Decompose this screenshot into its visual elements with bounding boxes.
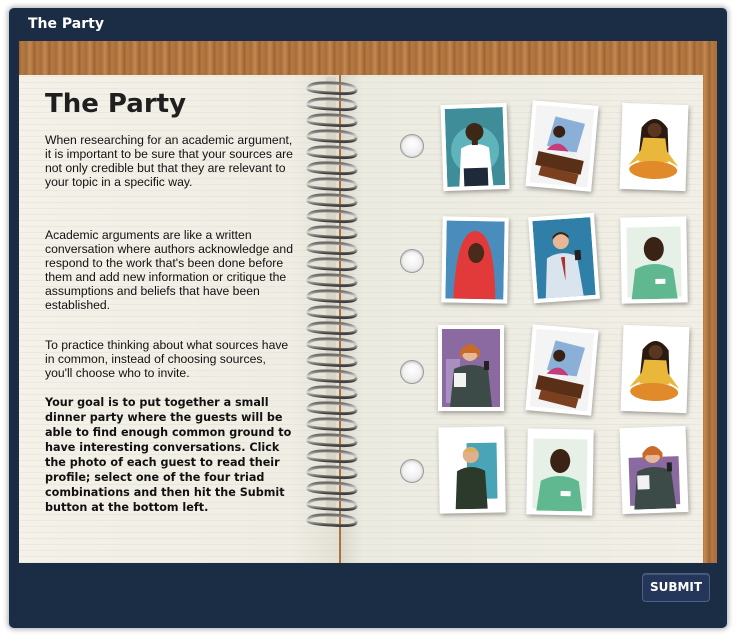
man-with-phone-icon xyxy=(532,217,596,299)
man-green-shirt-icon xyxy=(624,220,684,300)
triad-radio-1[interactable] xyxy=(400,134,424,158)
instructions-paragraph: Your goal is to put together a small din… xyxy=(45,396,292,514)
notebook-stage: The Party When researching for an academ… xyxy=(19,41,717,563)
guest-photo-woman-red-hijab[interactable] xyxy=(441,216,509,304)
triad-radio-4[interactable] xyxy=(400,459,424,483)
man-dark-jacket-icon xyxy=(442,430,502,510)
guest-photo-woman-meditating-2[interactable] xyxy=(620,324,690,414)
window-title: The Party xyxy=(28,16,104,32)
activity-window: The Party The Party When researching for… xyxy=(8,7,728,629)
notebook-left-page: The Party When researching for an academ… xyxy=(19,75,339,563)
guest-photo-man-with-phone[interactable] xyxy=(528,212,600,304)
guest-photo-businesswoman-phone[interactable] xyxy=(438,325,504,411)
man-white-shirt-icon xyxy=(444,107,506,187)
page-heading: The Party xyxy=(45,89,187,119)
intro-paragraph-3: To practice thinking about what sources … xyxy=(45,338,289,380)
intro-paragraph-1: When researching for an academic argumen… xyxy=(45,133,293,189)
man-green-shirt-icon xyxy=(530,432,590,512)
guest-photo-woman-at-desk[interactable] xyxy=(525,100,599,192)
guest-photo-woman-meditating[interactable] xyxy=(619,102,689,192)
guest-photo-man-dark-jacket[interactable] xyxy=(438,426,506,514)
businesswoman-phone-icon xyxy=(442,329,500,407)
submit-button[interactable]: SUBMIT xyxy=(642,573,710,602)
woman-at-desk-icon xyxy=(529,104,595,188)
guest-photo-man-white-shirt[interactable] xyxy=(440,102,510,192)
spiral-binding xyxy=(306,77,358,527)
woman-at-desk-icon xyxy=(529,328,595,412)
businesswoman-phone-icon xyxy=(623,430,685,510)
woman-red-hijab-icon xyxy=(445,220,505,300)
title-bar: The Party xyxy=(9,8,727,42)
guest-photo-man-green-shirt-2[interactable] xyxy=(526,428,594,516)
intro-paragraph-2: Academic arguments are like a written co… xyxy=(45,228,293,312)
guest-photo-man-green-shirt[interactable] xyxy=(620,216,688,304)
triad-radio-3[interactable] xyxy=(400,360,424,384)
triad-radio-2[interactable] xyxy=(400,249,424,273)
guest-photo-businesswoman-phone-2[interactable] xyxy=(619,425,689,515)
woman-meditating-icon xyxy=(623,107,685,187)
woman-meditating-icon xyxy=(624,329,686,409)
guest-photo-woman-at-desk-2[interactable] xyxy=(525,324,599,416)
